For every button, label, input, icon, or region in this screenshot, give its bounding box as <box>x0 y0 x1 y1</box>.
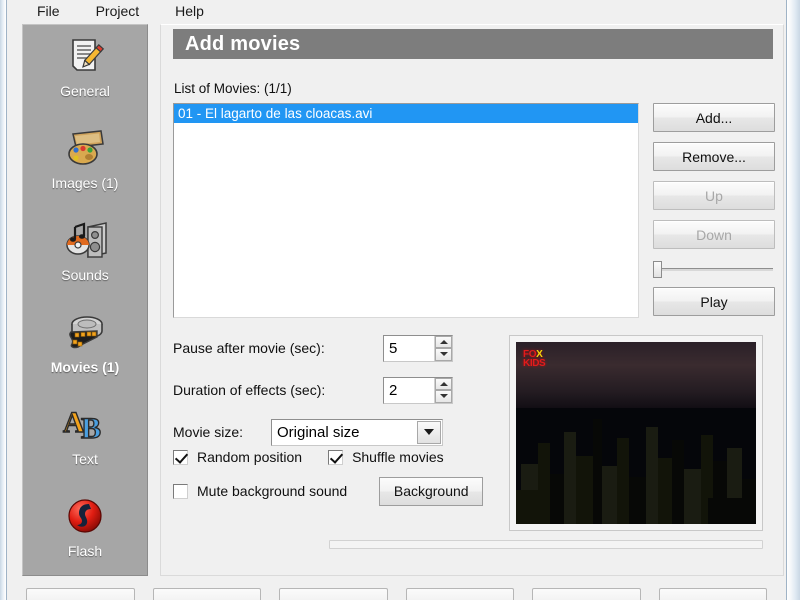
menu-bar: File Project Help <box>8 0 785 21</box>
sidebar-item-general[interactable]: General <box>23 25 147 117</box>
add-button[interactable]: Add... <box>653 103 775 132</box>
stepper-buttons <box>434 377 452 403</box>
menu-file[interactable]: File <box>26 1 71 21</box>
horizontal-scrollbar[interactable] <box>329 540 763 549</box>
duration-of-effects-stepper[interactable]: 2 <box>383 376 453 404</box>
watermark-kids: KIDS <box>523 358 546 369</box>
sidebar-item-label: Flash <box>67 543 103 559</box>
movie-size-value: Original size <box>277 423 360 441</box>
stepper-up-icon[interactable] <box>435 377 452 390</box>
application-window: File Project Help General Images (1) Sou… <box>0 0 800 600</box>
duration-of-effects-row: Duration of effects (sec): 2 <box>173 375 523 405</box>
bottom-button-strip <box>8 578 785 600</box>
film-reel-icon <box>58 307 112 357</box>
shuffle-movies-checkbox[interactable] <box>328 449 344 465</box>
fox-kids-watermark-icon: FOX KIDS <box>523 350 546 369</box>
pause-after-movie-label: Pause after movie (sec): <box>173 340 325 356</box>
duration-of-effects-label: Duration of effects (sec): <box>173 382 326 398</box>
bottom-button[interactable] <box>152 588 261 600</box>
movie-preview[interactable]: FOX KIDS <box>509 335 763 531</box>
bottom-button[interactable] <box>279 588 388 600</box>
slider-thumb[interactable] <box>653 261 662 278</box>
random-position-label: Random position <box>197 449 303 465</box>
page-title: Add movies <box>173 29 773 59</box>
stepper-down-icon[interactable] <box>435 390 452 403</box>
sidebar-item-text[interactable]: A B Text <box>23 393 147 485</box>
random-position-checkbox[interactable] <box>173 449 188 465</box>
flash-icon <box>58 491 112 541</box>
window-frame-right <box>786 0 800 600</box>
menu-project[interactable]: Project <box>85 1 151 21</box>
sidebar-item-label: Images (1) <box>51 175 119 191</box>
window-frame-left <box>0 0 7 600</box>
document-pencil-icon <box>58 31 112 81</box>
preview-cityscape <box>516 393 756 524</box>
background-button[interactable]: Background <box>379 476 484 506</box>
sidebar-item-label: Sounds <box>61 267 109 283</box>
sidebar-item-label: Movies (1) <box>50 359 120 375</box>
mute-background-sound-label: Mute background sound <box>197 483 348 499</box>
mute-background-sound-checkbox[interactable] <box>173 483 188 499</box>
stepper-down-icon[interactable] <box>435 348 452 361</box>
play-button[interactable]: Play <box>653 287 775 316</box>
bottom-button[interactable] <box>26 588 135 600</box>
stepper-buttons <box>434 335 452 361</box>
playback-slider[interactable] <box>653 259 775 279</box>
sidebar-item-sounds[interactable]: Sounds <box>23 209 147 301</box>
shuffle-movies-label: Shuffle movies <box>352 449 444 465</box>
sidebar-item-flash[interactable]: Flash <box>23 485 147 575</box>
palette-icon <box>58 123 112 173</box>
sidebar-item-label: General <box>60 83 110 99</box>
pause-after-movie-value[interactable]: 5 <box>384 340 434 357</box>
list-of-movies-label: List of Movies: (1/1) <box>174 81 292 96</box>
pause-after-movie-row: Pause after movie (sec): 5 <box>173 333 523 363</box>
svg-text:B: B <box>81 412 101 444</box>
bottom-button[interactable] <box>658 588 767 600</box>
main-content-panel: Add movies List of Movies: (1/1) 01 - El… <box>160 24 784 576</box>
sidebar-item-movies[interactable]: Movies (1) <box>23 301 147 393</box>
movies-listbox[interactable]: 01 - El lagarto de las cloacas.avi <box>173 103 639 318</box>
ab-letters-icon: A B <box>58 399 112 449</box>
duration-of-effects-value[interactable]: 2 <box>384 382 434 399</box>
pause-after-movie-stepper[interactable]: 5 <box>383 334 453 362</box>
remove-button[interactable]: Remove... <box>653 142 775 171</box>
bottom-button[interactable] <box>405 588 514 600</box>
down-button[interactable]: Down <box>653 220 775 249</box>
up-button[interactable]: Up <box>653 181 775 210</box>
sidebar-item-images[interactable]: Images (1) <box>23 117 147 209</box>
sidebar-item-label: Text <box>72 451 98 467</box>
stepper-up-icon[interactable] <box>435 335 452 348</box>
speaker-note-icon <box>58 215 112 265</box>
preview-frame: FOX KIDS <box>516 342 756 524</box>
list-action-buttons: Add... Remove... Up Down Play <box>653 103 777 326</box>
slider-track <box>655 268 773 271</box>
sidebar: General Images (1) Sounds Movies (1) A B… <box>22 24 148 576</box>
menu-help[interactable]: Help <box>164 1 215 21</box>
bottom-button[interactable] <box>532 588 641 600</box>
movie-size-label: Movie size: <box>173 424 244 440</box>
list-item[interactable]: 01 - El lagarto de las cloacas.avi <box>174 104 638 123</box>
